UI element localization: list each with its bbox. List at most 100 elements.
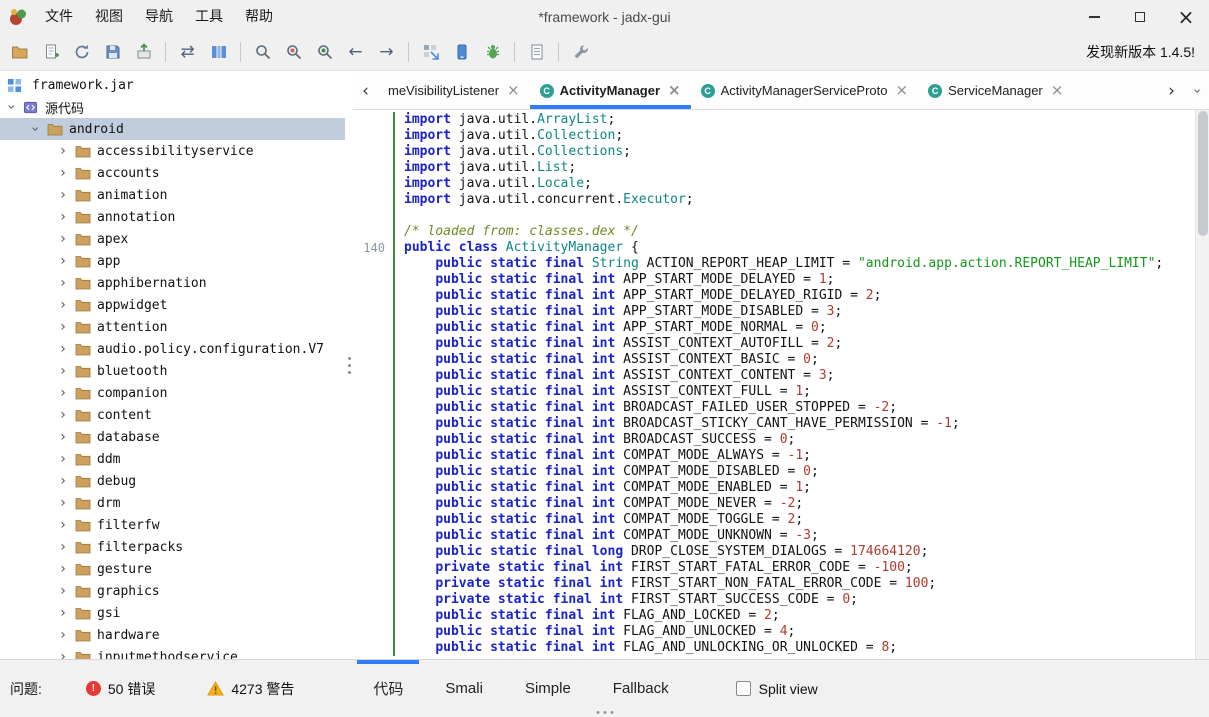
chevron-right-icon[interactable]: › [56,430,70,444]
bottom-splitter-handle[interactable] [596,711,613,714]
code-line-text[interactable]: public static final int APP_START_MODE_D… [393,304,1195,320]
tree-item-gesture[interactable]: ›gesture [0,558,345,580]
chevron-right-icon[interactable]: › [56,650,70,659]
update-notice-link[interactable]: 发现新版本 1.4.5! [1086,42,1209,62]
chevron-right-icon[interactable]: › [56,276,70,290]
tree-item-filterpacks[interactable]: ›filterpacks [0,536,345,558]
errors-badge[interactable]: ! 50 错误 [86,679,155,699]
menu-tools[interactable]: 工具 [184,0,234,33]
tree-item-debug[interactable]: ›debug [0,470,345,492]
code-line-text[interactable]: import java.util.Collection; [393,128,1195,144]
code-line-text[interactable]: public class ActivityManager { [393,240,1195,256]
export-button[interactable] [128,38,159,66]
chevron-right-icon[interactable]: › [56,584,70,598]
tab-activitymanagerserviceproto[interactable]: CActivityManagerServiceProto× [691,72,918,109]
flat-packages-button[interactable] [203,38,234,66]
tab-activitymanager[interactable]: CActivityManager× [530,72,691,109]
code-line-text[interactable]: import java.util.Collections; [393,144,1195,160]
chevron-right-icon[interactable]: › [56,320,70,334]
code-editor[interactable]: import java.util.ArrayList;import java.u… [353,110,1209,659]
tree-item-annotation[interactable]: ›annotation [0,206,345,228]
tree-item-framework-jar[interactable]: framework.jar [0,74,345,96]
sync-button[interactable]: ⇄ [172,38,203,66]
bottom-tab-simple[interactable]: Simple [504,660,592,717]
chevron-right-icon[interactable]: › [56,452,70,466]
tab-servicemanager[interactable]: CServiceManager× [918,72,1073,109]
open-file-button[interactable] [4,38,35,66]
bottom-tab-smali[interactable]: Smali [424,660,504,717]
code-line-text[interactable]: public static final String ACTION_REPORT… [393,256,1195,272]
tree-item-database[interactable]: ›database [0,426,345,448]
chevron-right-icon[interactable]: › [56,540,70,554]
tree-item-animation[interactable]: ›animation [0,184,345,206]
class-search-button[interactable] [309,38,340,66]
code-line-text[interactable] [393,208,1195,224]
chevron-right-icon[interactable]: › [56,210,70,224]
bottom-tab-fallback[interactable]: Fallback [592,660,690,717]
tree-item-inputmethodservice[interactable]: ›inputmethodservice [0,646,345,659]
tree-item-bluetooth[interactable]: ›bluetooth [0,360,345,382]
deobfuscation-button[interactable] [415,38,446,66]
bottom-tab-code[interactable]: 代码 [352,660,424,717]
tree-item-attention[interactable]: ›attention [0,316,345,338]
tab-close-icon[interactable]: × [896,83,909,98]
chevron-right-icon[interactable]: › [56,474,70,488]
scrollbar-thumb[interactable] [1198,111,1208,236]
code-line-text[interactable]: public static final long DROP_CLOSE_SYST… [393,544,1195,560]
code-line-text[interactable]: public static final int APP_START_MODE_D… [393,272,1195,288]
tree-item-companion[interactable]: ›companion [0,382,345,404]
code-line-text[interactable]: import java.util.ArrayList; [393,112,1195,128]
minimize-button[interactable] [1071,0,1117,33]
code-line-text[interactable]: public static final int FLAG_AND_UNLOCKI… [393,640,1195,656]
tree-item-filterfw[interactable]: ›filterfw [0,514,345,536]
tree-item-drm[interactable]: ›drm [0,492,345,514]
chevron-right-icon[interactable]: › [56,606,70,620]
maximize-button[interactable] [1117,0,1163,33]
tree-item-source-code[interactable]: › 源代码 [0,96,345,118]
tab-scroll-left-button[interactable]: ‹ [353,72,378,109]
tree-item-apphibernation[interactable]: ›apphibernation [0,272,345,294]
code-line-text[interactable]: public static final int COMPAT_MODE_TOGG… [393,512,1195,528]
code-line-text[interactable]: public static final int COMPAT_MODE_ALWA… [393,448,1195,464]
tree-item-android[interactable]: › android [0,118,345,140]
code-line-text[interactable]: import java.util.concurrent.Executor; [393,192,1195,208]
usage-search-button[interactable] [278,38,309,66]
chevron-right-icon[interactable]: › [56,518,70,532]
text-search-button[interactable] [247,38,278,66]
chevron-right-icon[interactable]: › [56,628,70,642]
warnings-badge[interactable]: 4273 警告 [207,679,294,699]
code-line-text[interactable]: public static final int FLAG_AND_LOCKED … [393,608,1195,624]
forward-button[interactable]: → [371,38,402,66]
code-line-text[interactable]: public static final int FLAG_AND_UNLOCKE… [393,624,1195,640]
tree-item-content[interactable]: ›content [0,404,345,426]
code-line-text[interactable]: /* loaded from: classes.dex */ [393,224,1195,240]
tab-close-icon[interactable]: × [1051,83,1064,98]
tree-item-apex[interactable]: ›apex [0,228,345,250]
code-line-text[interactable]: public static final int BROADCAST_SUCCES… [393,432,1195,448]
connect-device-button[interactable] [446,38,477,66]
chevron-right-icon[interactable]: › [56,364,70,378]
chevron-right-icon[interactable]: › [56,342,70,356]
code-line-text[interactable]: public static final int ASSIST_CONTEXT_A… [393,336,1195,352]
log-viewer-button[interactable] [521,38,552,66]
code-line-text[interactable]: public static final int COMPAT_MODE_UNKN… [393,528,1195,544]
editor-scrollbar[interactable] [1195,110,1209,659]
chevron-right-icon[interactable]: › [56,562,70,576]
chevron-down-icon[interactable]: › [4,100,18,114]
tree-item-accessibilityservice[interactable]: ›accessibilityservice [0,140,345,162]
close-button[interactable]: × [1163,0,1209,33]
code-line-text[interactable]: private static final int FIRST_START_FAT… [393,560,1195,576]
chevron-right-icon[interactable]: › [56,188,70,202]
chevron-right-icon[interactable]: › [56,254,70,268]
tab-mevisibilitylistener[interactable]: CmeVisibilityListener× [378,72,530,109]
tab-close-icon[interactable]: × [668,83,681,98]
chevron-right-icon[interactable]: › [56,408,70,422]
save-all-button[interactable] [97,38,128,66]
tab-list-button[interactable]: › [1184,72,1209,109]
code-line-text[interactable]: import java.util.Locale; [393,176,1195,192]
chevron-right-icon[interactable]: › [56,496,70,510]
code-line-text[interactable]: public static final int COMPAT_MODE_DISA… [393,464,1195,480]
code-line-text[interactable]: public static final int COMPAT_MODE_NEVE… [393,496,1195,512]
tree-item-appwidget[interactable]: ›appwidget [0,294,345,316]
code-line-text[interactable]: public static final int BROADCAST_FAILED… [393,400,1195,416]
